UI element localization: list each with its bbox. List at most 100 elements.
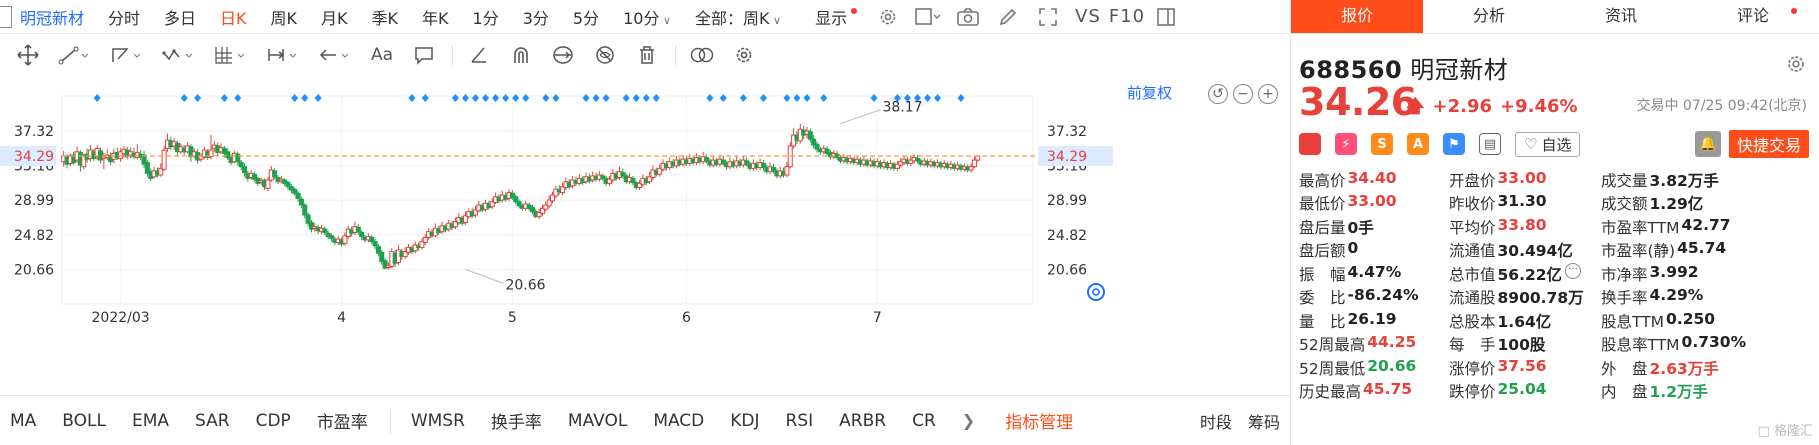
move-cross-icon[interactable] [8,40,48,70]
stock-name: 明冠新材 [1410,56,1509,84]
range-measure-icon[interactable] [258,40,308,70]
indicator-ema[interactable]: EMA [132,411,169,431]
tab-quote[interactable]: 报价 [1291,0,1423,33]
period-weekly-k[interactable]: 周K [271,5,298,29]
candle-body-down [272,170,278,178]
panel-settings-icon[interactable] [1785,53,1807,80]
tag-icon[interactable]: ⚑ [1443,133,1465,155]
comments-notification-dot [1791,8,1797,14]
period-multiday[interactable]: 多日 [164,5,196,29]
stat-value: 4.29% [1649,286,1704,305]
stats-row: 最高价 34.40 开盘价 33.00 成交量 3.82万手 [1299,168,1814,192]
fullscreen-icon[interactable] [1035,5,1061,29]
trash-icon[interactable] [627,40,667,70]
signal-diamond [451,94,459,102]
f10-button[interactable]: F10 [1109,6,1145,27]
y-tick-label-right: 28.99 [1047,193,1087,209]
range-dropdown[interactable]: 全部：周K [695,5,781,29]
arrow-tool-icon[interactable] [310,40,360,70]
chip-distribution-button[interactable]: 筹码 [1248,409,1280,433]
panel-toggle-icon[interactable] [1153,5,1179,29]
vs-compare-button[interactable]: VS [1075,6,1101,27]
drawing-settings-icon[interactable] [724,40,764,70]
indicator-turnover[interactable]: 换手率 [491,408,542,433]
period-5min[interactable]: 5分 [573,5,599,29]
period-monthly-k[interactable]: 月K [321,5,348,29]
candlestick-chart[interactable]: 37.32 37.3233.16 33.1628.99 28.9924.82 24.82… [0,76,1290,394]
notes-icon[interactable]: ▤ [1479,133,1501,155]
comment-bubble-icon[interactable] [404,40,444,70]
indicator-kdj[interactable]: KDJ [730,411,759,431]
stat-cell: 成交量 3.82万手 [1601,169,1814,191]
settings-icon[interactable] [875,5,901,29]
more-icon[interactable]: ··· [1565,262,1582,279]
polyline-tool-icon[interactable] [102,40,152,70]
camera-icon[interactable] [955,5,981,29]
stat-value: 42.77 [1681,215,1731,234]
layout-square-icon[interactable] [915,5,941,29]
fib-grid-tool-icon[interactable] [206,40,256,70]
zoom-out-icon[interactable]: − [1233,84,1253,104]
reset-chart-icon[interactable]: ↺ [1208,84,1228,104]
indicator-arbr[interactable]: ARBR [839,411,886,431]
indicator-macd[interactable]: MACD [653,411,704,431]
quick-trade-button[interactable]: 快捷交易 [1728,130,1809,158]
period-intraday[interactable]: 分时 [108,5,140,29]
line-tool-icon[interactable] [50,40,100,70]
collapse-handle[interactable] [0,5,12,28]
overlay-compare-icon[interactable] [682,40,722,70]
period-3min[interactable]: 3分 [523,5,549,29]
scale-icon[interactable]: A [1407,133,1429,155]
indicator-mavol[interactable]: MAVOL [568,411,627,431]
x-tick-label: 6 [682,310,691,326]
indicator-rsi[interactable]: RSI [786,411,814,431]
indicator-cdp[interactable]: CDP [256,411,291,431]
stats-row: 52周最高 44.25 每 手 100股 股息率TTM 0.730% [1299,333,1814,357]
china-flag-icon[interactable]: 中 [1299,133,1321,155]
candle-body-down [513,196,519,203]
signal-diamond [492,94,500,102]
angle-tool-icon[interactable] [459,40,499,70]
indicator-pe[interactable]: 市盈率 [317,408,368,433]
indicator-ma[interactable]: MA [10,411,36,431]
stock-name-link[interactable]: 明冠新材 [20,5,84,29]
magnet-icon[interactable] [501,40,541,70]
signal-diamond [472,94,480,102]
time-period-button[interactable]: 时段 [1200,409,1232,433]
period-quarterly-k[interactable]: 季K [372,5,399,29]
display-menu[interactable]: 显示 [815,5,847,29]
signal-diamond [739,94,747,102]
tab-analysis[interactable]: 分析 [1423,0,1555,33]
zoom-in-icon[interactable]: + [1258,84,1278,104]
signal-diamond [652,94,660,102]
wave-tool-icon[interactable] [154,40,204,70]
add-watchlist-button[interactable]: ♡ 自选 [1515,131,1581,157]
candle-body-down [295,192,301,199]
coins-icon[interactable]: S [1371,133,1393,155]
stat-cell: 外 盘 2.63万手 [1601,357,1814,379]
signal-diamond [93,94,101,102]
candle-body-down [322,228,328,233]
sync-drawing-icon[interactable] [543,40,583,70]
indicator-cr[interactable]: CR [912,411,936,431]
alert-bell-icon[interactable]: 🔔 [1694,131,1721,157]
tab-news[interactable]: 资讯 [1555,0,1687,33]
indicator-sar[interactable]: SAR [195,411,230,431]
period-yearly-k[interactable]: 年K [422,5,449,29]
stat-value: 44.25 [1367,333,1417,352]
indicator-manager-button[interactable]: 指标管理 [1005,408,1073,433]
text-tool[interactable]: Aa [362,40,402,70]
stat-label: 最低价 [1299,195,1346,214]
indicator-boll[interactable]: BOLL [62,411,106,431]
hide-drawings-icon[interactable] [585,40,625,70]
period-daily-k[interactable]: 日K [220,5,247,29]
scroll-right-icon[interactable]: ❯ [962,411,975,430]
indicator-wmsr[interactable]: WMSR [411,411,465,431]
period-10min-dropdown[interactable]: 10分 [623,5,671,29]
lightning-icon[interactable]: ⚡ [1335,133,1357,155]
signal-diamond [820,94,828,102]
price-adjust-dropdown[interactable]: 前复权 [1127,82,1172,103]
period-1min[interactable]: 1分 [473,5,499,29]
pen-icon[interactable] [995,5,1021,29]
tab-comments[interactable]: 评论 [1687,0,1819,33]
